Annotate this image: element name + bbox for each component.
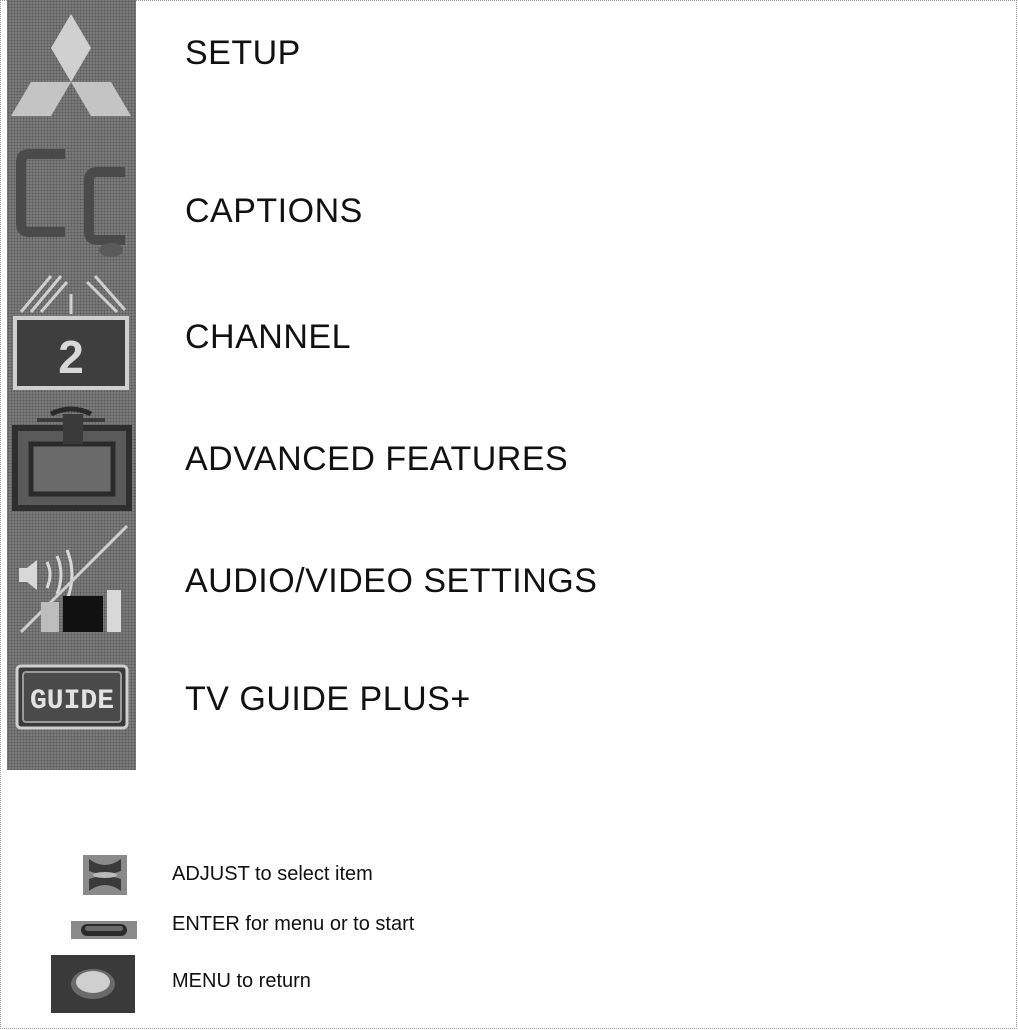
hint-label-enter: ENTER for menu or to start bbox=[172, 913, 415, 935]
svg-text:GUIDE: GUIDE bbox=[30, 686, 114, 717]
hint-label-adjust: ADJUST to select item bbox=[172, 863, 373, 885]
adjust-rocker-icon bbox=[83, 855, 127, 900]
menu-item-audio-video-settings[interactable]: AUDIO/VIDEO SETTINGS bbox=[7, 516, 1007, 638]
menu-label-advanced-features: ADVANCED FEATURES bbox=[185, 440, 569, 478]
menu-label-tv-guide-plus: TV GUIDE PLUS+ bbox=[185, 680, 471, 718]
svg-text:2: 2 bbox=[58, 331, 84, 383]
hint-enter: ENTER for menu or to start bbox=[7, 905, 607, 945]
menu-label-channel: CHANNEL bbox=[185, 318, 351, 356]
menu-button-icon bbox=[51, 955, 135, 1018]
cc-captions-icon bbox=[7, 128, 136, 272]
audio-video-icon bbox=[7, 516, 136, 638]
channel-antenna-icon: 2 bbox=[7, 272, 136, 394]
hint-label-menu: MENU to return bbox=[172, 970, 311, 992]
menu-item-channel[interactable]: 2 CHANNEL bbox=[7, 272, 1007, 394]
mitsubishi-logo-icon bbox=[7, 0, 136, 128]
menu-label-setup: SETUP bbox=[185, 34, 301, 72]
menu-item-advanced-features[interactable]: ADVANCED FEATURES bbox=[7, 394, 1007, 516]
menu-item-tv-guide-plus[interactable]: GUIDE TV GUIDE PLUS+ bbox=[7, 638, 1007, 770]
enter-button-icon bbox=[71, 921, 137, 944]
advanced-features-icon bbox=[7, 394, 136, 516]
hint-menu: MENU to return bbox=[7, 955, 607, 1015]
menu-item-setup[interactable]: SETUP bbox=[7, 0, 1007, 128]
guide-icon: GUIDE bbox=[7, 638, 136, 770]
hint-adjust: ADJUST to select item bbox=[7, 855, 607, 895]
menu-label-captions: CAPTIONS bbox=[185, 192, 363, 230]
menu-label-audio-video-settings: AUDIO/VIDEO SETTINGS bbox=[185, 562, 598, 600]
menu-item-captions[interactable]: CAPTIONS bbox=[7, 128, 1007, 272]
